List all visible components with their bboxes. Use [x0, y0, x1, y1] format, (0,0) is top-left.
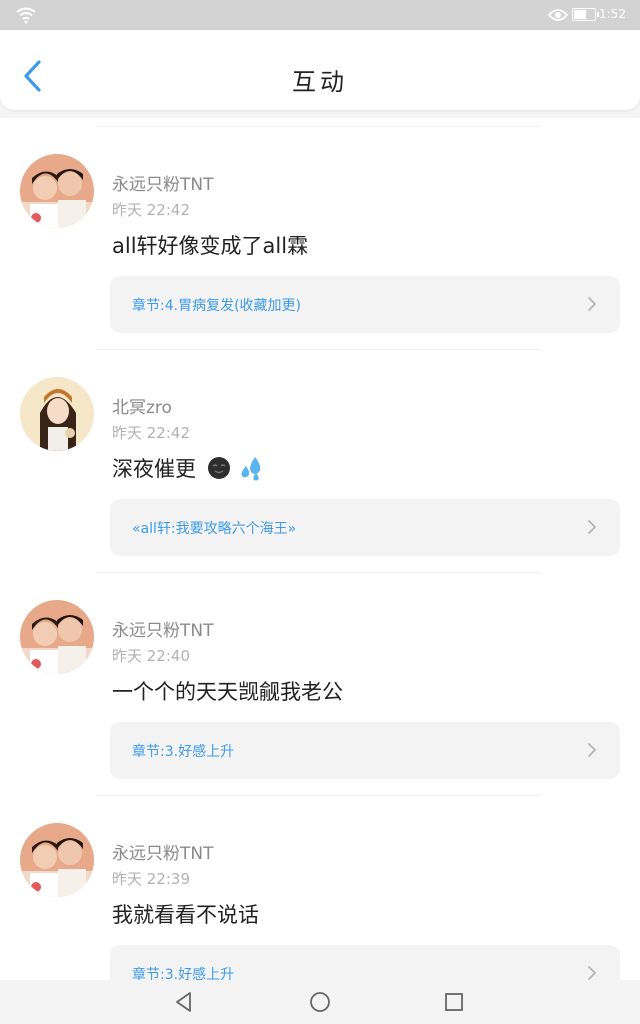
comment-item: 永远只粉TNT 昨天 22:42 all轩好像变成了all霖 章节:4.胃病复发…	[0, 126, 640, 349]
battery-icon	[572, 8, 599, 21]
sweat-drops-emoji	[241, 457, 261, 481]
comment-text: 深夜催更	[112, 453, 265, 483]
back-triangle-icon[interactable]	[171, 989, 197, 1015]
comment-item: 永远只粉TNT 昨天 22:39 我就看看不说话 章节:3.好感上升	[0, 795, 640, 980]
chapter-label: 章节:3.好感上升	[132, 967, 235, 980]
divider	[96, 126, 540, 127]
comment-time: 昨天 22:39	[112, 870, 190, 888]
comment-text-body: 深夜催更	[112, 457, 196, 481]
eye-icon	[548, 9, 568, 21]
avatar[interactable]	[20, 377, 94, 451]
commenter-name[interactable]: 永远只粉TNT	[112, 839, 214, 864]
chevron-right-icon	[588, 520, 596, 534]
comment-text-body: 一个个的天天觊觎我老公	[112, 680, 343, 704]
status-time: 1:52	[599, 7, 626, 21]
divider	[96, 795, 540, 796]
chapter-link[interactable]: 章节:3.好感上升	[110, 945, 620, 980]
chapter-link[interactable]: «all轩:我要攻略六个海王»	[110, 499, 620, 556]
avatar[interactable]	[20, 154, 94, 228]
dark-face-emoji	[207, 457, 230, 479]
comment-text: 一个个的天天觊觎我老公	[112, 676, 343, 706]
comment-item: 永远只粉TNT 昨天 22:40 一个个的天天觊觎我老公 章节:3.好感上升	[0, 572, 640, 795]
divider	[96, 572, 540, 573]
comment-feed[interactable]: 永远只粉TNT 昨天 22:42 all轩好像变成了all霖 章节:4.胃病复发…	[0, 118, 640, 980]
commenter-name[interactable]: 永远只粉TNT	[112, 170, 214, 195]
comment-time: 昨天 22:40	[112, 647, 190, 665]
comment-time: 昨天 22:42	[112, 201, 190, 219]
comment-text-body: all轩好像变成了all霖	[112, 234, 309, 258]
chapter-link[interactable]: 章节:3.好感上升	[110, 722, 620, 779]
chevron-right-icon	[588, 297, 596, 311]
avatar[interactable]	[20, 600, 94, 674]
chapter-label: 章节:3.好感上升	[132, 744, 235, 760]
home-circle-icon[interactable]	[307, 989, 333, 1015]
commenter-name[interactable]: 永远只粉TNT	[112, 616, 214, 641]
commenter-name[interactable]: 北冥zro	[112, 393, 172, 418]
divider	[96, 349, 540, 350]
avatar[interactable]	[20, 823, 94, 897]
chevron-right-icon	[588, 966, 596, 980]
recents-square-icon[interactable]	[441, 989, 467, 1015]
status-bar: 1:52	[0, 0, 640, 30]
wifi-icon	[16, 7, 36, 24]
system-nav-bar	[0, 980, 640, 1024]
comment-time: 昨天 22:42	[112, 424, 190, 442]
comment-text: all轩好像变成了all霖	[112, 230, 308, 260]
chapter-link[interactable]: 章节:4.胃病复发(收藏加更)	[110, 276, 620, 333]
header: 互动	[0, 30, 640, 110]
comment-text: 我就看看不说话	[112, 899, 259, 929]
chapter-label: «all轩:我要攻略六个海王»	[132, 521, 297, 537]
comment-text-body: 我就看看不说话	[112, 903, 259, 927]
page-title: 互动	[292, 68, 348, 96]
comment-item: 北冥zro 昨天 22:42 深夜催更 «all轩:我要攻略六个海王»	[0, 349, 640, 572]
chevron-right-icon	[588, 743, 596, 757]
chapter-label: 章节:4.胃病复发(收藏加更)	[132, 298, 301, 314]
